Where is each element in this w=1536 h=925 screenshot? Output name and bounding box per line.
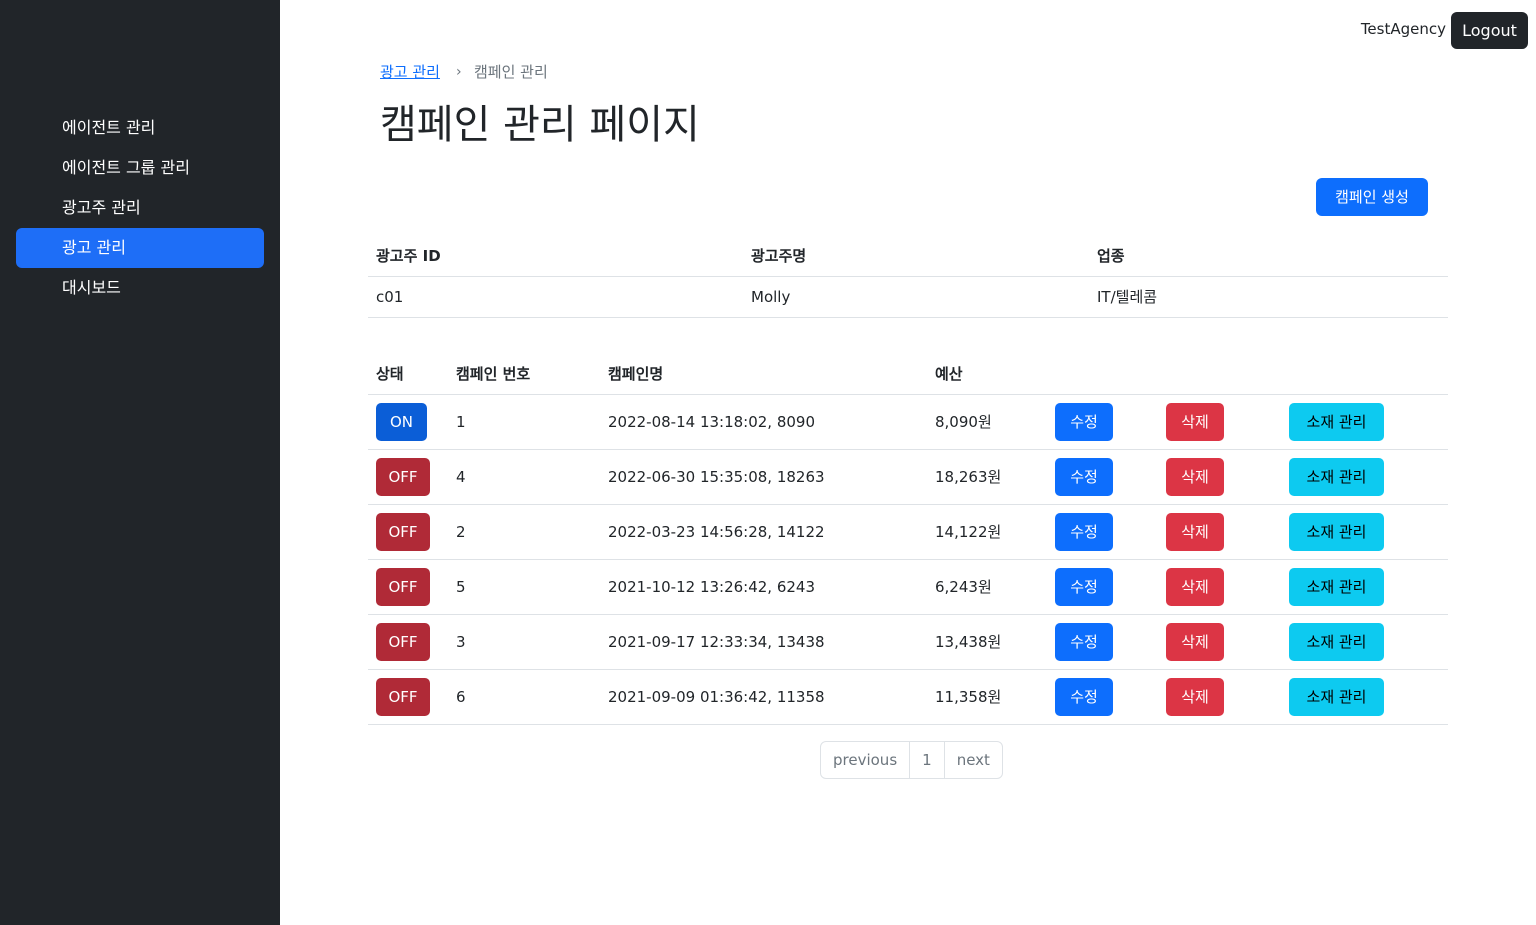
status-toggle-button[interactable]: OFF: [376, 623, 430, 661]
header-status: 상태: [376, 365, 404, 383]
industry-value: IT/텔레콤: [1097, 288, 1158, 306]
campaign-number: 4: [456, 468, 466, 486]
header-campaign-name: 캠페인명: [608, 365, 664, 383]
table-row: OFF 3 2021-09-17 12:33:34, 13438 13,438원…: [368, 615, 1448, 670]
divider: [368, 724, 1448, 725]
sidebar-item-ad-management[interactable]: 광고 관리: [16, 228, 264, 268]
table-row: OFF 6 2021-09-09 01:36:42, 11358 11,358원…: [368, 670, 1448, 725]
pagination-page-1[interactable]: 1: [909, 742, 944, 778]
campaign-name: 2021-10-12 13:26:42, 6243: [608, 578, 816, 596]
campaign-table: 상태 캠페인 번호 캠페인명 예산 ON 1 2022-08-14 13:18:…: [368, 354, 1448, 725]
sidebar-item-agent-group-management[interactable]: 에이전트 그룹 관리: [16, 148, 264, 188]
edit-button[interactable]: 수정: [1055, 623, 1113, 661]
delete-button[interactable]: 삭제: [1166, 458, 1224, 496]
delete-button[interactable]: 삭제: [1166, 623, 1224, 661]
sidebar-item-advertiser-management[interactable]: 광고주 관리: [16, 188, 264, 228]
breadcrumb-current: 캠페인 관리: [474, 63, 548, 81]
campaign-name: 2021-09-09 01:36:42, 11358: [608, 688, 825, 706]
status-toggle-button[interactable]: OFF: [376, 513, 430, 551]
campaign-budget: 6,243원: [935, 578, 992, 596]
campaign-number: 1: [456, 413, 466, 431]
campaign-number: 6: [456, 688, 466, 706]
campaign-number: 5: [456, 578, 466, 596]
manage-materials-button[interactable]: 소재 관리: [1289, 568, 1384, 606]
header-campaign-number: 캠페인 번호: [456, 365, 531, 383]
sidebar-item-agent-management[interactable]: 에이전트 관리: [16, 108, 264, 148]
campaign-budget: 14,122원: [935, 523, 1002, 541]
campaign-number: 2: [456, 523, 466, 541]
pagination-next[interactable]: next: [943, 742, 1002, 778]
create-campaign-button[interactable]: 캠페인 생성: [1316, 178, 1428, 216]
edit-button[interactable]: 수정: [1055, 513, 1113, 551]
campaign-name: 2022-06-30 15:35:08, 18263: [608, 468, 825, 486]
campaign-name: 2021-09-17 12:33:34, 13438: [608, 633, 825, 651]
delete-button[interactable]: 삭제: [1166, 678, 1224, 716]
edit-button[interactable]: 수정: [1055, 458, 1113, 496]
current-user: TestAgency: [1360, 20, 1446, 38]
delete-button[interactable]: 삭제: [1166, 568, 1224, 606]
manage-materials-button[interactable]: 소재 관리: [1289, 513, 1384, 551]
breadcrumb-chevron-icon: ›: [456, 64, 462, 80]
delete-button[interactable]: 삭제: [1166, 403, 1224, 441]
edit-button[interactable]: 수정: [1055, 403, 1113, 441]
status-toggle-button[interactable]: OFF: [376, 678, 430, 716]
advertiser-id-value: c01: [376, 288, 404, 306]
advertiser-name-value: Molly: [751, 288, 791, 306]
header-advertiser-id: 광고주 ID: [376, 247, 441, 265]
edit-button[interactable]: 수정: [1055, 678, 1113, 716]
manage-materials-button[interactable]: 소재 관리: [1289, 678, 1384, 716]
sidebar: 에이전트 관리 에이전트 그룹 관리 광고주 관리 광고 관리 대시보드: [0, 0, 280, 925]
campaign-number: 3: [456, 633, 466, 651]
header-budget: 예산: [935, 365, 963, 383]
status-toggle-button[interactable]: OFF: [376, 568, 430, 606]
table-row: OFF 2 2022-03-23 14:56:28, 14122 14,122원…: [368, 505, 1448, 560]
table-row: OFF 5 2021-10-12 13:26:42, 6243 6,243원 수…: [368, 560, 1448, 615]
sidebar-item-dashboard[interactable]: 대시보드: [16, 268, 264, 308]
table-row: ON 1 2022-08-14 13:18:02, 8090 8,090원 수정…: [368, 395, 1448, 450]
manage-materials-button[interactable]: 소재 관리: [1289, 623, 1384, 661]
manage-materials-button[interactable]: 소재 관리: [1289, 458, 1384, 496]
breadcrumb-parent-link[interactable]: 광고 관리: [380, 62, 440, 82]
campaign-budget: 13,438원: [935, 633, 1002, 651]
edit-button[interactable]: 수정: [1055, 568, 1113, 606]
manage-materials-button[interactable]: 소재 관리: [1289, 403, 1384, 441]
campaign-name: 2022-03-23 14:56:28, 14122: [608, 523, 825, 541]
campaign-budget: 8,090원: [935, 413, 992, 431]
divider: [368, 317, 1448, 318]
campaign-budget: 11,358원: [935, 688, 1002, 706]
campaign-budget: 18,263원: [935, 468, 1002, 486]
page-title: 캠페인 관리 페이지: [380, 102, 700, 148]
status-toggle-button[interactable]: ON: [376, 403, 427, 441]
divider: [368, 276, 1448, 277]
table-row: OFF 4 2022-06-30 15:35:08, 18263 18,263원…: [368, 450, 1448, 505]
header-industry: 업종: [1097, 247, 1125, 265]
campaign-name: 2022-08-14 13:18:02, 8090: [608, 413, 816, 431]
status-toggle-button[interactable]: OFF: [376, 458, 430, 496]
logout-button[interactable]: Logout: [1451, 12, 1528, 49]
header-advertiser-name: 광고주명: [751, 247, 807, 265]
pagination-previous[interactable]: previous: [821, 742, 909, 778]
pagination: previous 1 next: [820, 741, 1003, 779]
delete-button[interactable]: 삭제: [1166, 513, 1224, 551]
advertiser-table: 광고주 ID 광고주명 업종 c01 Molly IT/텔레콤: [368, 236, 1448, 318]
